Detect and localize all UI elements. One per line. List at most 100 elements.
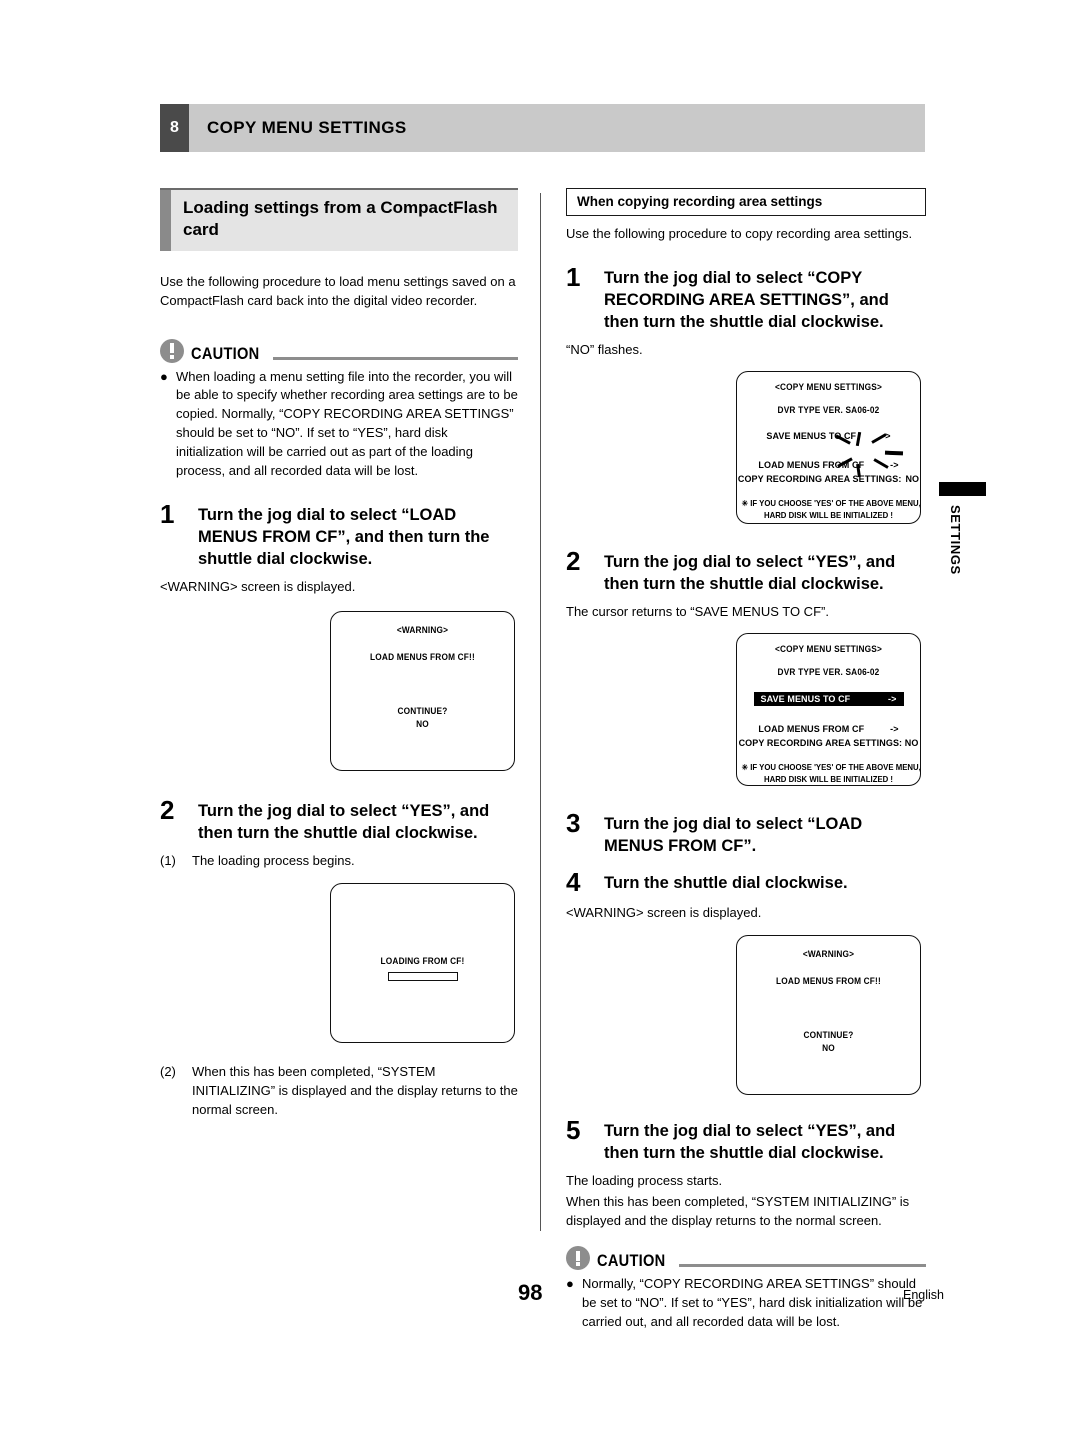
osd-warning-value: NO: [416, 718, 429, 729]
osd-menu1-copy-row: COPY RECORDING AREA SETTINGS: NO: [737, 473, 920, 485]
right-step-5-caption-1: The loading process starts.: [566, 1172, 723, 1188]
right-caution-bullet: ●: [566, 1276, 574, 1292]
left-step-2-sub2: (2) When this has been completed, “SYSTE…: [160, 1063, 518, 1120]
left-step-2-sub2-number: (2): [160, 1063, 176, 1079]
osd-warning-right-message: LOAD MENUS FROM CF!!: [776, 975, 881, 986]
osd-menu1-save-row: SAVE MENUS TO CF ->: [737, 430, 920, 442]
caution-exclamation-icon: [160, 338, 184, 363]
right-step-5: 5 Turn the jog dial to select “YES”, and…: [566, 1114, 926, 1164]
osd-loading-label: LOADING FROM CF!: [380, 955, 465, 966]
side-tab-bar: [939, 482, 986, 496]
footer-language: English: [903, 1288, 944, 1302]
osd-menu1-note-line2: HARD DISK WILL BE INITIALIZED !: [763, 511, 894, 521]
osd-menu2-save-label: SAVE MENUS TO CF: [760, 694, 851, 705]
osd-warning-screen-left: <WARNING> LOAD MENUS FROM CF!! CONTINUE?…: [330, 610, 515, 771]
caution-exclamation-icon: [566, 1246, 590, 1271]
side-tab-settings: SETTINGS: [939, 482, 986, 575]
document-page: 8 COPY MENU SETTINGS Loading settings fr…: [0, 0, 1080, 1456]
chapter-header: 8 COPY MENU SETTINGS: [160, 104, 925, 152]
osd-menu1-save-arrow: ->: [882, 431, 891, 442]
osd-loading-progress-bar: [387, 971, 458, 981]
right-step-1: 1 Turn the jog dial to select “COPY RECO…: [566, 264, 926, 333]
right-intro-paragraph: Use the following procedure to copy reco…: [566, 226, 913, 241]
left-step-1: 1 Turn the jog dial to select “LOAD MENU…: [160, 498, 518, 570]
right-step-5-text: Turn the jog dial to select “YES”, and t…: [604, 1121, 896, 1162]
osd-menu1-copy-label: COPY RECORDING AREA SETTINGS:: [737, 474, 902, 485]
osd-menu2-version: DVR TYPE VER. SA06-02: [777, 667, 880, 678]
right-step-3-text: Turn the jog dial to select “LOAD MENUS …: [604, 815, 863, 856]
left-step-2: 2 Turn the jog dial to select “YES”, and…: [160, 794, 518, 844]
column-divider: [540, 193, 541, 1231]
caution-bullet: ●: [160, 368, 168, 384]
right-caution-header: CAUTION: [566, 1244, 926, 1271]
left-column: Loading settings from a CompactFlash car…: [160, 188, 518, 1123]
right-boxed-heading: When copying recording area settings: [566, 188, 926, 216]
osd-menu2-copy-label: COPY RECORDING AREA SETTINGS: NO: [738, 738, 919, 749]
left-step-2-number: 2: [160, 794, 175, 825]
osd-warning-right-prompt: CONTINUE?: [803, 1029, 854, 1040]
osd-warning-prompt: CONTINUE?: [397, 705, 448, 716]
right-step-5-caption-2: When this has been completed, “SYSTEM IN…: [566, 1193, 910, 1228]
osd-warning-right-value: NO: [822, 1042, 835, 1053]
left-step-2-sub1-number: (1): [160, 853, 176, 869]
left-step-2-sub1: (1) The loading process begins.: [160, 852, 518, 871]
right-step-2-text: Turn the jog dial to select “YES”, and t…: [604, 553, 896, 594]
caution-rule: [272, 356, 518, 360]
right-caution-rule: [678, 1264, 926, 1268]
section-heading: Loading settings from a CompactFlash car…: [160, 188, 518, 251]
right-step-3-number: 3: [566, 808, 581, 839]
osd-warning-screen-right: <WARNING> LOAD MENUS FROM CF!! CONTINUE?…: [736, 934, 921, 1095]
section-heading-accent-bar: [160, 190, 171, 251]
right-caution-label: CAUTION: [597, 1251, 666, 1271]
osd-menu1-save-label: SAVE MENUS TO CF: [766, 431, 857, 442]
right-caution-body: ● Normally, “COPY RECORDING AREA SETTING…: [566, 1275, 926, 1332]
right-step-4-number: 4: [566, 867, 581, 898]
right-caution-block: CAUTION ● Normally, “COPY RECORDING AREA…: [566, 1244, 926, 1332]
osd-loading-screen: LOADING FROM CF!: [330, 882, 515, 1043]
osd-copy-menu-settings-screen-2: <COPY MENU SETTINGS> DVR TYPE VER. SA06-…: [736, 633, 921, 787]
left-step-2-sub1-text: The loading process begins.: [192, 853, 355, 869]
caution-text: When loading a menu setting file into th…: [176, 368, 518, 478]
left-step-1-caption: <WARNING> screen is displayed.: [160, 578, 356, 594]
right-step-2-number: 2: [566, 546, 581, 577]
osd-menu1-title: <COPY MENU SETTINGS>: [774, 382, 883, 393]
left-step-1-number: 1: [160, 498, 175, 529]
caution-header: CAUTION: [160, 337, 518, 363]
osd-menu2-copy-row: COPY RECORDING AREA SETTINGS: NO: [737, 737, 920, 749]
osd-menu1-copy-value: NO: [905, 474, 920, 485]
right-step-4: 4 Turn the shuttle dial clockwise.: [566, 869, 926, 896]
osd-menu1-load-arrow: ->: [890, 460, 899, 471]
right-step-1-caption: “NO” flashes.: [566, 342, 643, 358]
left-step-2-text: Turn the jog dial to select “YES”, and t…: [198, 801, 490, 842]
osd-menu2-save-arrow: ->: [888, 694, 897, 705]
right-step-1-text: Turn the jog dial to select “COPY RECORD…: [604, 268, 889, 332]
osd-menu2-note-line2: HARD DISK WILL BE INITIALIZED !: [763, 775, 894, 785]
right-step-5-number: 5: [566, 1114, 581, 1145]
left-step-1-text: Turn the jog dial to select “LOAD MENUS …: [198, 505, 490, 568]
osd-menu2-title: <COPY MENU SETTINGS>: [774, 644, 883, 655]
left-caution-block: CAUTION ● When loading a menu setting fi…: [160, 337, 518, 481]
osd-menu2-note-line1: ✳ IF YOU CHOOSE 'YES' OF THE ABOVE MENU,: [741, 763, 921, 773]
osd-menu1-load-label: LOAD MENUS FROM CF: [758, 460, 865, 471]
right-step-4-text: Turn the shuttle dial clockwise.: [604, 874, 848, 893]
page-number: 98: [518, 1280, 543, 1305]
right-step-3: 3 Turn the jog dial to select “LOAD MENU…: [566, 810, 926, 857]
osd-menu1-note-line1: ✳ IF YOU CHOOSE 'YES' OF THE ABOVE MENU,: [741, 499, 921, 509]
section-heading-text: Loading settings from a CompactFlash car…: [183, 198, 498, 240]
osd-copy-menu-settings-screen-1: <COPY MENU SETTINGS> DVR TYPE VER. SA06-…: [736, 371, 921, 525]
right-column: When copying recording area settings Use…: [566, 188, 926, 1338]
chapter-title: COPY MENU SETTINGS: [189, 104, 925, 152]
right-step-2: 2 Turn the jog dial to select “YES”, and…: [566, 548, 926, 595]
right-step-2-caption: The cursor returns to “SAVE MENUS TO CF”…: [566, 604, 829, 620]
osd-menu2-load-arrow: ->: [890, 724, 899, 735]
osd-menu1-load-row: LOAD MENUS FROM CF ->: [737, 459, 920, 471]
right-step-1-number: 1: [566, 261, 581, 292]
caution-body: ● When loading a menu setting file into …: [160, 368, 518, 481]
osd-menu2-load-row: LOAD MENUS FROM CF ->: [737, 723, 920, 735]
osd-menu2-save-row-selected: SAVE MENUS TO CF ->: [737, 692, 920, 707]
left-intro-paragraph: Use the following procedure to load menu…: [160, 273, 516, 308]
chapter-number: 8: [160, 104, 189, 152]
right-step-4-caption: <WARNING> screen is displayed.: [566, 904, 762, 920]
caution-label: CAUTION: [191, 343, 260, 363]
left-step-2-sub2-text: When this has been completed, “SYSTEM IN…: [192, 1063, 518, 1117]
